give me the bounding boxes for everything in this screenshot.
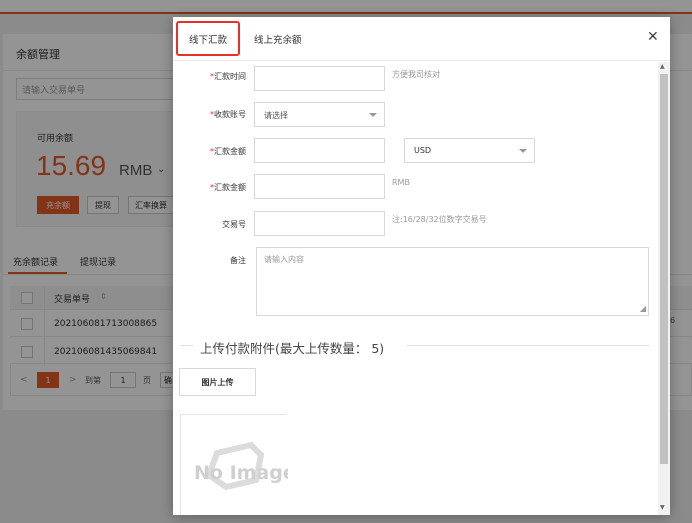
scroll-down-icon[interactable]: ▼: [660, 504, 665, 511]
no-image-text: No Image: [194, 462, 288, 484]
modal-scrollbar[interactable]: ▲ ▼: [658, 62, 670, 515]
txn-label: 交易号: [222, 220, 246, 229]
tab-offline-remittance[interactable]: 线下汇款: [176, 21, 240, 56]
currency-select-value: USD: [414, 146, 432, 155]
remit-time-input[interactable]: [254, 66, 385, 91]
close-icon[interactable]: ✕: [647, 29, 659, 45]
amount-input[interactable]: [254, 138, 385, 163]
modal-body: *汇款时间 方便我司核对 *收款账号 请选择 *汇款金额 USD *汇款金额 R…: [173, 62, 658, 515]
remark-placeholder: 请输入内容: [264, 255, 304, 264]
chevron-down-icon: [519, 149, 527, 153]
remark-textarea[interactable]: 请输入内容 ◢: [256, 247, 649, 316]
resize-handle-icon[interactable]: ◢: [640, 305, 646, 313]
account-label: *收款账号: [210, 110, 246, 119]
account-select-value: 请选择: [264, 111, 288, 120]
scroll-thumb[interactable]: [660, 74, 668, 464]
upload-section-title: 上传付款附件(最大上传数量： 5): [200, 341, 385, 356]
no-image-placeholder: No Image: [180, 414, 296, 515]
upload-image-button[interactable]: 图片上传: [179, 368, 256, 396]
chevron-down-icon: [369, 113, 377, 117]
amount-label: *汇款金额: [210, 147, 246, 156]
section-divider: [407, 345, 649, 346]
remark-label: 备注: [230, 256, 246, 265]
txn-hint: 注:16/28/32位数字交易号: [392, 215, 487, 224]
account-select[interactable]: 请选择: [254, 102, 385, 127]
amount-rmb-input[interactable]: [254, 174, 385, 199]
modal-header: 线下汇款 线上充余额 ✕: [173, 17, 670, 61]
remit-time-hint: 方便我司核对: [392, 70, 440, 79]
recharge-modal: 线下汇款 线上充余额 ✕ *汇款时间 方便我司核对 *收款账号 请选择 *汇款金…: [173, 17, 670, 515]
amount-rmb-unit: RMB: [392, 178, 410, 187]
scroll-up-icon[interactable]: ▲: [660, 63, 665, 70]
no-image-icon: No Image: [194, 441, 296, 491]
section-divider: [180, 345, 193, 346]
amount-rmb-label: *汇款金额: [210, 183, 246, 192]
tab-online-recharge[interactable]: 线上充余额: [254, 32, 302, 46]
txn-input[interactable]: [254, 211, 385, 236]
currency-select[interactable]: USD: [404, 138, 535, 163]
remit-time-label: *汇款时间: [210, 72, 246, 81]
